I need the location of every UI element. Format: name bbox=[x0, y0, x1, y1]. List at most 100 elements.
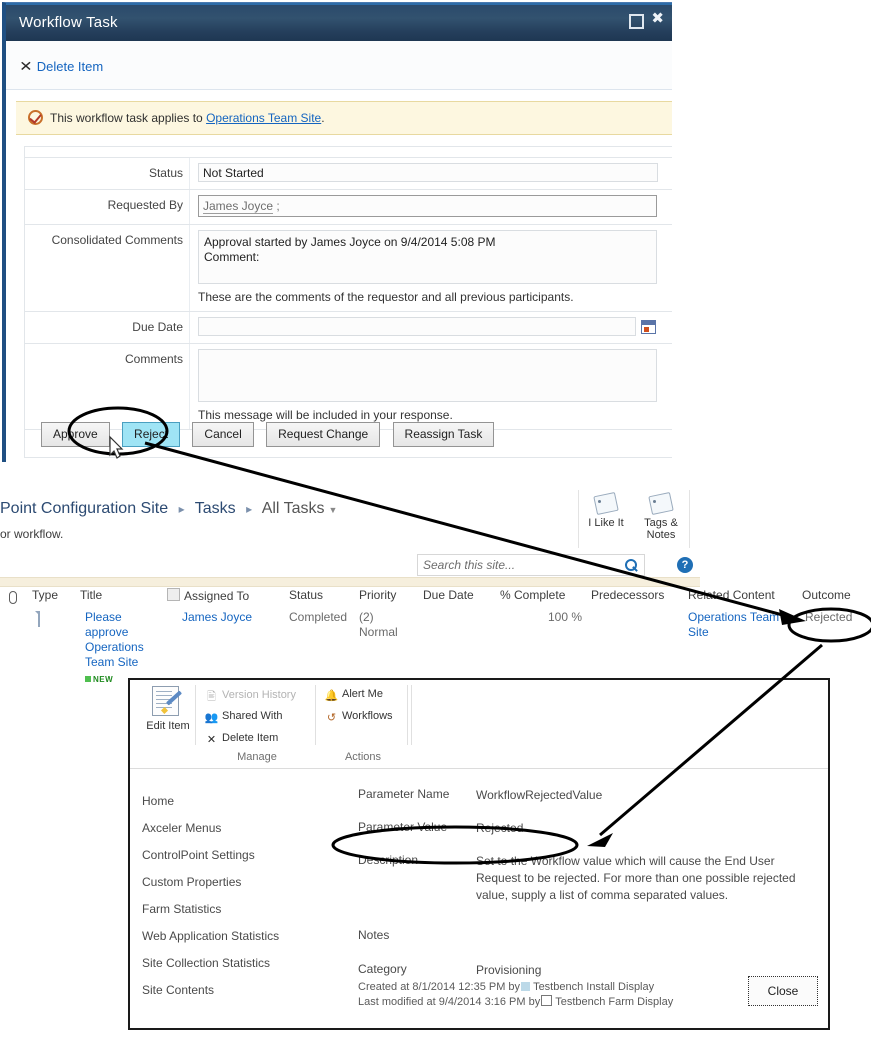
breadcrumb: Point Configuration Site ▸ Tasks ▸ All T… bbox=[0, 500, 337, 518]
calendar-icon[interactable] bbox=[641, 320, 656, 334]
nav-item-controlpoint-settings[interactable]: ControlPoint Settings bbox=[142, 848, 334, 862]
chevron-down-icon[interactable]: ▼ bbox=[329, 505, 338, 515]
requested-by-person: James Joyce bbox=[203, 199, 273, 214]
related-content-link[interactable]: Operations Team Site bbox=[688, 610, 779, 639]
maximize-icon[interactable] bbox=[629, 14, 644, 29]
request-change-button[interactable]: Request Change bbox=[266, 422, 380, 447]
approve-button[interactable]: Approve bbox=[41, 422, 110, 447]
nav-item-site-collection-statistics[interactable]: Site Collection Statistics bbox=[142, 956, 334, 970]
select-all-checkbox[interactable] bbox=[167, 588, 180, 601]
like-tag-icon bbox=[593, 492, 619, 514]
row-priority: (2) Normal bbox=[359, 610, 409, 640]
document-icon bbox=[38, 612, 40, 626]
search-input[interactable]: Search this site... bbox=[417, 554, 617, 576]
list-header-row: Type Title Assigned To Status Priority D… bbox=[0, 588, 871, 610]
column-due-date[interactable]: Due Date bbox=[423, 588, 474, 602]
dialog-title: Workflow Task bbox=[19, 14, 118, 31]
ribbon-group-manage-label: Manage bbox=[198, 751, 316, 763]
column-related-content[interactable]: Related Content bbox=[688, 588, 775, 602]
column-percent-complete[interactable]: % Complete bbox=[500, 588, 565, 602]
form-row-due-date: Due Date bbox=[25, 312, 672, 344]
cancel-button[interactable]: Cancel bbox=[192, 422, 253, 447]
close-icon[interactable]: ✖ bbox=[651, 12, 664, 25]
row-title: Please approve Operations Team Site NEW bbox=[85, 610, 143, 687]
audit-info: Created at 8/1/2014 12:35 PM byTestbench… bbox=[358, 980, 673, 1010]
due-date-input[interactable] bbox=[198, 317, 636, 336]
tags-notes-button[interactable]: Tags & Notes bbox=[634, 492, 688, 541]
dialog-toolbar: ✕Delete Item bbox=[6, 41, 672, 90]
close-button[interactable]: Close bbox=[748, 976, 818, 1006]
notes-value bbox=[476, 928, 820, 942]
workflows-label: Workflows bbox=[342, 710, 393, 722]
consolidated-comments-value: Approval started by James Joyce on 9/4/2… bbox=[198, 230, 657, 284]
alert-me-button[interactable]: 🔔Alert Me bbox=[324, 688, 383, 702]
i-like-it-button[interactable]: I Like It bbox=[579, 492, 633, 529]
social-actions: I Like It Tags & Notes bbox=[578, 490, 690, 548]
notes-label: Notes bbox=[358, 928, 476, 942]
shared-with-label: Shared With bbox=[222, 710, 283, 722]
row-percent-complete: 100 % bbox=[548, 610, 582, 624]
field-description: Description Set to the Workflow value wh… bbox=[358, 853, 820, 904]
version-history-button[interactable]: 🖹Version History bbox=[204, 688, 296, 707]
column-priority[interactable]: Priority bbox=[359, 588, 396, 602]
column-predecessors[interactable]: Predecessors bbox=[591, 588, 664, 602]
reassign-task-button[interactable]: Reassign Task bbox=[393, 422, 495, 447]
breadcrumb-separator-icon-2: ▸ bbox=[246, 502, 252, 516]
requested-by-label: Requested By bbox=[25, 190, 190, 224]
dialog-title-bar: Workflow Task ✖ bbox=[6, 3, 672, 43]
nav-item-farm-statistics[interactable]: Farm Statistics bbox=[142, 902, 334, 916]
workflows-button[interactable]: ↺Workflows bbox=[324, 710, 393, 724]
workflow-notice-text: This workflow task applies to Operations… bbox=[50, 111, 325, 125]
parameter-value-value: Rejected bbox=[476, 820, 820, 837]
column-title[interactable]: Title bbox=[80, 588, 102, 602]
ribbon-group-empty bbox=[410, 680, 412, 767]
row-outcome: Rejected bbox=[805, 610, 852, 624]
column-outcome[interactable]: Outcome bbox=[802, 588, 851, 602]
comments-textarea[interactable] bbox=[198, 349, 657, 402]
operations-team-site-link[interactable]: Operations Team Site bbox=[206, 111, 321, 125]
presence-icon-modified bbox=[541, 995, 552, 1006]
nav-item-custom-properties[interactable]: Custom Properties bbox=[142, 875, 334, 889]
reject-button[interactable]: Reject bbox=[122, 422, 180, 447]
ribbon-group-manage: 🖹Version History 👥Shared With ✕Delete It… bbox=[198, 680, 316, 767]
breadcrumb-site[interactable]: Point Configuration Site bbox=[0, 500, 168, 517]
breadcrumb-list[interactable]: Tasks bbox=[195, 500, 236, 517]
assigned-to-link[interactable]: James Joyce bbox=[182, 610, 252, 624]
nav-item-home[interactable]: Home bbox=[142, 794, 334, 808]
field-notes: Notes bbox=[358, 928, 820, 942]
description-value: Set to the Workflow value which will cau… bbox=[476, 853, 820, 904]
column-type[interactable]: Type bbox=[32, 588, 58, 602]
delete-item-button[interactable]: ✕Delete Item bbox=[20, 58, 103, 75]
edit-item-label[interactable]: Edit Item bbox=[140, 720, 196, 732]
tags-notes-icon bbox=[648, 492, 674, 514]
ribbon: Edit Item 🖹Version History 👥Shared With … bbox=[130, 680, 828, 769]
alert-bell-icon: 🔔 bbox=[324, 689, 339, 702]
delete-item-button[interactable]: ✕Delete Item bbox=[204, 732, 278, 746]
quick-launch-nav: Home Axceler Menus ControlPoint Settings… bbox=[142, 794, 334, 1010]
table-row[interactable]: Please approve Operations Team Site NEW … bbox=[0, 610, 871, 680]
tags-notes-label: Tags & Notes bbox=[644, 517, 678, 541]
ribbon-group-actions: 🔔Alert Me ↺Workflows Actions bbox=[318, 680, 408, 767]
modified-text: Last modified at 9/4/2014 3:16 PM by bbox=[358, 996, 540, 1008]
search-icon[interactable] bbox=[617, 554, 645, 576]
nav-item-site-contents[interactable]: Site Contents bbox=[142, 983, 334, 997]
form-top-spacer bbox=[25, 147, 672, 158]
column-status[interactable]: Status bbox=[289, 588, 323, 602]
notice-suffix: . bbox=[321, 111, 324, 125]
nav-item-axceler-menus[interactable]: Axceler Menus bbox=[142, 821, 334, 835]
workflow-notice-bar: This workflow task applies to Operations… bbox=[16, 101, 672, 135]
breadcrumb-separator-icon: ▸ bbox=[179, 502, 185, 516]
requested-by-input[interactable]: James Joyce ; bbox=[198, 195, 657, 217]
help-icon[interactable]: ? bbox=[677, 557, 693, 573]
search-band bbox=[0, 577, 700, 587]
delete-item-label-2: Delete Item bbox=[222, 732, 278, 744]
delete-item-label: Delete Item bbox=[37, 59, 103, 74]
nav-item-web-application-statistics[interactable]: Web Application Statistics bbox=[142, 929, 334, 943]
alert-me-label: Alert Me bbox=[342, 688, 383, 700]
breadcrumb-view[interactable]: All Tasks bbox=[262, 500, 325, 517]
column-assigned-to[interactable]: Assigned To bbox=[167, 588, 249, 603]
shared-with-button[interactable]: 👥Shared With bbox=[204, 710, 283, 724]
row-title-link[interactable]: Please approve Operations Team Site bbox=[85, 610, 144, 669]
version-history-label: Version History bbox=[222, 689, 296, 701]
workflow-status-icon bbox=[28, 110, 43, 125]
